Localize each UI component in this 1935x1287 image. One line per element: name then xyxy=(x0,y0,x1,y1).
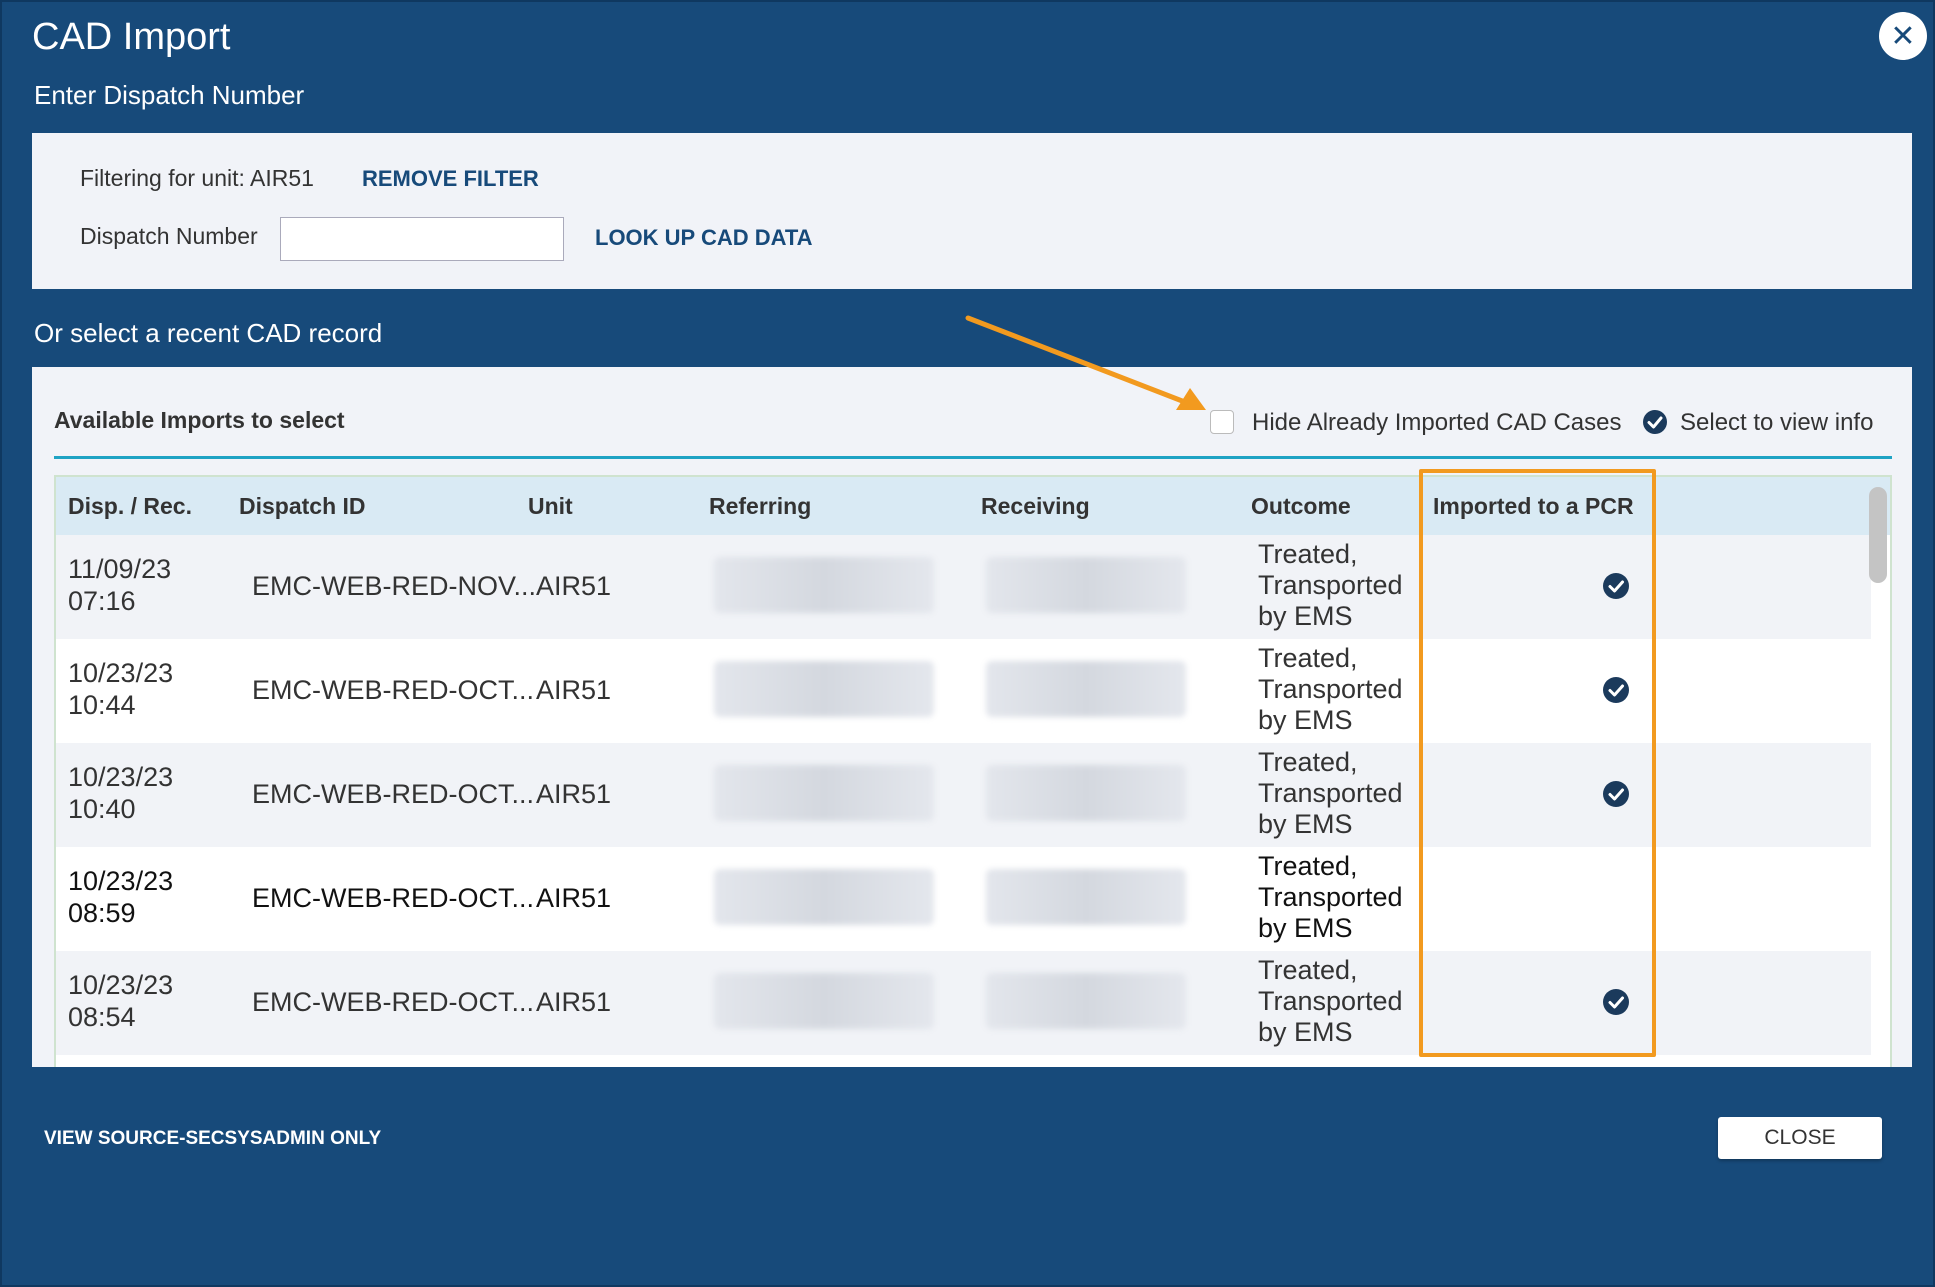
column-header-referring[interactable]: Referring xyxy=(709,493,811,520)
receiving-redacted xyxy=(986,765,1186,821)
table-scrollbar[interactable] xyxy=(1869,487,1887,583)
row-unit: AIR51 xyxy=(536,571,612,601)
row-time: 07:16 xyxy=(68,586,136,616)
imported-check-icon xyxy=(1603,781,1629,807)
column-header-imported-to-pcr[interactable]: Imported to a PCR xyxy=(1433,493,1634,520)
close-icon[interactable]: ✕ xyxy=(1879,12,1927,60)
enter-dispatch-heading: Enter Dispatch Number xyxy=(34,80,305,110)
row-outcome-line: by EMS xyxy=(1258,809,1353,839)
row-outcome-line: Treated, xyxy=(1258,955,1358,985)
receiving-redacted xyxy=(986,661,1186,717)
row-outcome-line: by EMS xyxy=(1258,705,1353,735)
row-dispatch-id: EMC-WEB-RED-OCT... xyxy=(252,779,534,809)
referring-redacted xyxy=(714,765,934,821)
row-time: 08:54 xyxy=(68,1002,136,1032)
table-row[interactable]: 10/23/23 08:54 EMC-WEB-RED-OCT... AIR51 T… xyxy=(56,951,1871,1055)
row-unit: AIR51 xyxy=(536,987,612,1017)
table-header: Disp. / Rec. Dispatch ID Unit Referring … xyxy=(56,477,1890,535)
or-select-heading: Or select a recent CAD record xyxy=(34,318,383,348)
imports-table: Disp. / Rec. Dispatch ID Unit Referring … xyxy=(54,475,1892,1067)
row-outcome-line: by EMS xyxy=(1258,1017,1353,1047)
remove-filter-link[interactable]: REMOVE FILTER xyxy=(362,166,539,192)
table-row[interactable]: 11/09/23 07:16 EMC-WEB-RED-NOV... AIR51 T… xyxy=(56,535,1871,639)
imported-check-icon xyxy=(1603,989,1629,1015)
row-date: 10/23/23 xyxy=(68,866,174,896)
lookup-cad-data-button[interactable]: LOOK UP CAD DATA xyxy=(595,225,813,251)
receiving-redacted xyxy=(986,557,1186,613)
cad-import-dialog: CAD Import ✕ Enter Dispatch Number Filte… xyxy=(0,0,1935,1287)
row-outcome-line: Transported xyxy=(1258,674,1403,704)
row-time: 08:59 xyxy=(68,898,136,928)
referring-redacted xyxy=(714,661,934,717)
row-outcome-line: Transported xyxy=(1258,570,1403,600)
column-header-receiving[interactable]: Receiving xyxy=(981,493,1090,520)
row-outcome-line: Treated, xyxy=(1258,747,1358,777)
filter-status-text: Filtering for unit: AIR51 xyxy=(80,165,314,191)
receiving-redacted xyxy=(986,869,1186,925)
row-outcome-line: Treated, xyxy=(1258,539,1358,569)
row-outcome-line: by EMS xyxy=(1258,913,1353,943)
receiving-redacted xyxy=(986,973,1186,1029)
row-time: 10:40 xyxy=(68,794,136,824)
row-outcome-line: Treated, xyxy=(1258,643,1358,673)
row-date: 10/23/23 xyxy=(68,970,174,1000)
row-dispatch-id: EMC-WEB-RED-OCT... xyxy=(252,883,534,913)
records-panel: Available Imports to select Hide Already… xyxy=(32,367,1912,1067)
available-imports-title: Available Imports to select xyxy=(54,407,345,433)
referring-redacted xyxy=(714,973,934,1029)
column-header-dispatch-id[interactable]: Dispatch ID xyxy=(239,493,366,520)
row-dispatch-id: EMC-WEB-RED-NOV... xyxy=(252,571,537,601)
dispatch-number-input[interactable] xyxy=(280,217,564,261)
row-unit: AIR51 xyxy=(536,675,612,705)
hide-imported-label: Hide Already Imported CAD Cases xyxy=(1252,409,1622,436)
row-outcome-line: Treated, xyxy=(1258,851,1358,881)
row-time: 10:44 xyxy=(68,690,136,720)
divider xyxy=(54,456,1892,459)
view-source-link[interactable]: VIEW SOURCE-SECSYSADMIN ONLY xyxy=(44,1128,381,1150)
row-outcome-line: Transported xyxy=(1258,986,1403,1016)
row-dispatch-id: EMC-WEB-RED-OCT... xyxy=(252,675,534,705)
check-circle-icon xyxy=(1643,410,1667,434)
column-header-outcome[interactable]: Outcome xyxy=(1251,493,1351,520)
close-button[interactable]: CLOSE xyxy=(1718,1117,1882,1159)
row-unit: AIR51 xyxy=(536,779,612,809)
row-date: 10/23/23 xyxy=(68,762,174,792)
imported-check-icon xyxy=(1603,573,1629,599)
row-outcome-line: by EMS xyxy=(1258,601,1353,631)
row-dispatch-id: EMC-WEB-RED-OCT... xyxy=(252,987,534,1017)
table-row[interactable] xyxy=(56,1055,1871,1067)
row-date: 11/09/23 xyxy=(68,554,172,584)
table-row[interactable]: 10/23/23 10:40 EMC-WEB-RED-OCT... AIR51 T… xyxy=(56,743,1871,847)
dispatch-number-label: Dispatch Number xyxy=(80,223,258,249)
column-header-disp-rec[interactable]: Disp. / Rec. xyxy=(68,493,192,520)
row-unit: AIR51 xyxy=(536,883,612,913)
select-to-view-label: Select to view info xyxy=(1680,409,1874,436)
hide-imported-checkbox[interactable] xyxy=(1210,410,1234,434)
dialog-title: CAD Import xyxy=(32,16,231,58)
referring-redacted xyxy=(714,869,934,925)
column-header-unit[interactable]: Unit xyxy=(528,493,573,520)
imported-check-icon xyxy=(1603,677,1629,703)
row-date: 10/23/23 xyxy=(68,658,174,688)
row-outcome-line: Transported xyxy=(1258,778,1403,808)
referring-redacted xyxy=(714,557,934,613)
table-row[interactable]: 10/23/23 10:44 EMC-WEB-RED-OCT... AIR51 T… xyxy=(56,639,1871,743)
table-row[interactable]: 10/23/23 08:59 EMC-WEB-RED-OCT... AIR51 T… xyxy=(56,847,1871,951)
filter-panel: Filtering for unit: AIR51 REMOVE FILTER … xyxy=(32,133,1912,289)
row-outcome-line: Transported xyxy=(1258,882,1403,912)
